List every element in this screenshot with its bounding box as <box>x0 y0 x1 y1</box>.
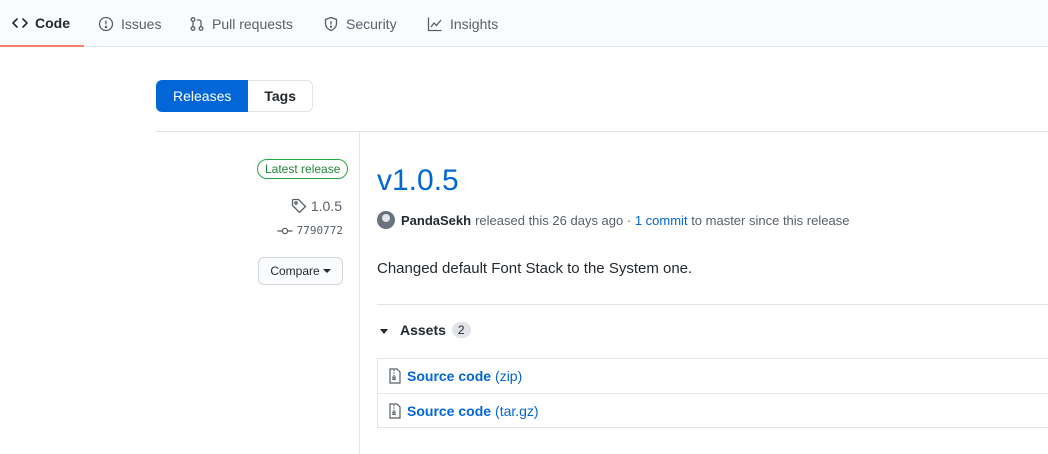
tab-pull-requests[interactable]: Pull requests <box>189 0 293 47</box>
released-text: released this 26 days ago · <box>475 212 632 228</box>
release-meta: PandaSekh released this 26 days ago · 1 … <box>377 211 849 229</box>
commit-icon <box>277 225 293 237</box>
tab-security[interactable]: Security <box>323 0 397 47</box>
repo-nav: Code Issues Pull requests Security Insig… <box>0 0 1048 47</box>
tab-code[interactable]: Code <box>0 0 84 47</box>
release-commit[interactable]: 7790772 <box>277 224 343 237</box>
asset-name: Source code <box>407 402 492 419</box>
timeline-divider <box>359 132 360 454</box>
asset-name: Source code <box>407 368 492 384</box>
asset-source-zip[interactable]: Source code (zip) <box>378 359 1048 393</box>
pull-request-icon <box>189 16 205 32</box>
asset-format: (tar.gz) <box>495 402 539 419</box>
asset-source-targz[interactable]: Source code (tar.gz) <box>378 393 1048 427</box>
avatar[interactable] <box>377 211 395 229</box>
issue-icon <box>98 16 114 32</box>
release-title[interactable]: v1.0.5 <box>377 164 459 198</box>
releases-button[interactable]: Releases <box>156 80 249 112</box>
file-zip-icon <box>388 402 402 419</box>
assets-toggle[interactable]: Assets 2 <box>380 322 471 338</box>
tags-button[interactable]: Tags <box>248 80 314 112</box>
asset-format: (zip) <box>495 368 523 384</box>
compare-button[interactable]: Compare <box>258 257 343 285</box>
divider <box>156 131 1048 132</box>
compare-label: Compare <box>270 264 320 278</box>
tab-label: Insights <box>450 15 499 32</box>
chevron-down-icon <box>322 269 331 273</box>
assets-label: Assets <box>400 322 446 338</box>
graph-icon <box>427 16 443 32</box>
commit-sha: 7790772 <box>296 224 343 237</box>
latest-release-badge: Latest release <box>257 159 349 179</box>
release-subnav: Releases Tags <box>156 80 314 112</box>
divider <box>377 304 1048 305</box>
tab-insights[interactable]: Insights <box>427 0 498 47</box>
file-zip-icon <box>388 368 402 384</box>
release-description: Changed default Font Stack to the System… <box>377 260 693 277</box>
tab-issues[interactable]: Issues <box>98 0 161 47</box>
caret-down-icon <box>380 328 388 334</box>
to-master-text: to master since this release <box>691 212 850 228</box>
release-tag[interactable]: 1.0.5 <box>291 198 342 214</box>
code-icon <box>12 15 28 31</box>
shield-icon <box>323 16 339 32</box>
tab-label: Pull requests <box>212 15 293 32</box>
tag-icon <box>291 198 307 214</box>
commits-link[interactable]: 1 commit <box>635 213 688 228</box>
tab-label: Code <box>35 14 70 31</box>
tag-label: 1.0.5 <box>310 198 342 214</box>
tab-label: Security <box>346 15 397 32</box>
tab-label: Issues <box>121 15 162 32</box>
author-link[interactable]: PandaSekh <box>401 213 471 228</box>
asset-list: Source code (zip) Source code (tar.gz) <box>377 358 1048 428</box>
assets-count: 2 <box>451 322 471 338</box>
